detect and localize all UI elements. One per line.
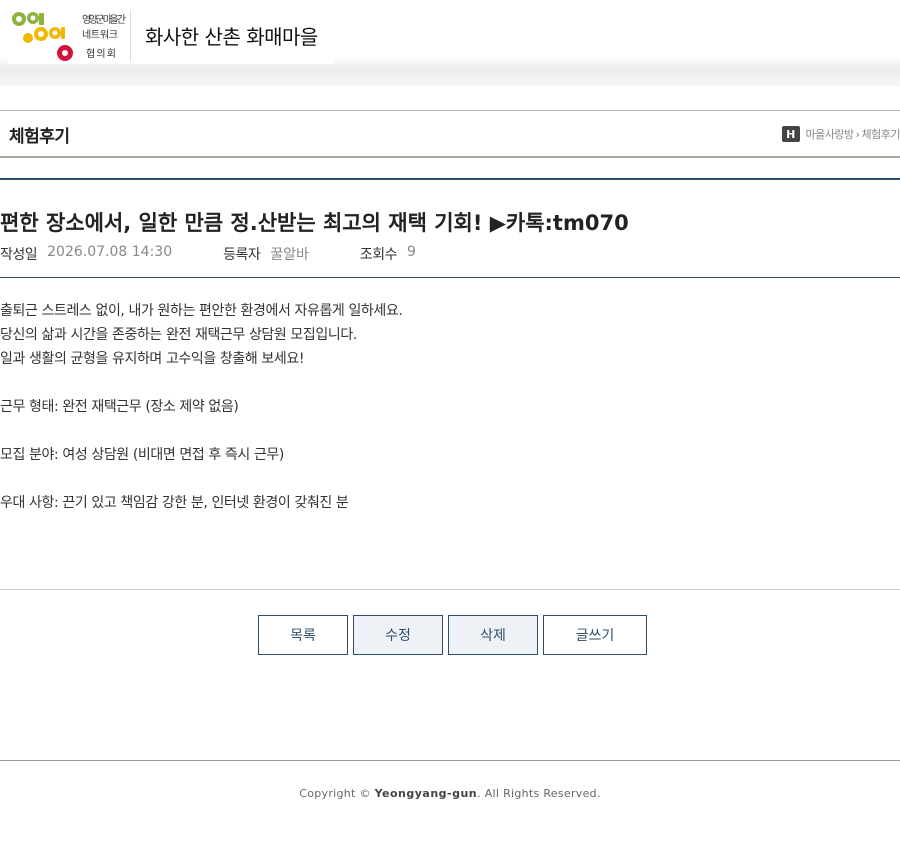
- copyright: Copyright © Yeongyang-gun. All Rights Re…: [0, 787, 900, 800]
- action-buttons: 목록 수정 삭제 글쓰기: [0, 615, 900, 655]
- meta-author: 등록자 꿀알바: [223, 244, 309, 264]
- article-top-divider: [0, 178, 900, 180]
- body-line: [0, 467, 900, 491]
- copyright-prefix: Copyright ©: [299, 787, 375, 800]
- body-line: [0, 371, 900, 395]
- post-meta: 작성일 2026.07.08 14:30 등록자 꿀알바 조회수 9: [0, 244, 416, 264]
- views-label: 조회수: [359, 247, 398, 263]
- copyright-suffix: . All Rights Reserved.: [477, 787, 601, 800]
- copyright-brand: Yeongyang-gun: [374, 787, 478, 800]
- date-value: 2026.07.08 14:30: [47, 244, 173, 260]
- meta-divider: [0, 277, 900, 278]
- body-line: 모집 분야: 여성 상담원 (비대면 면접 후 즉시 근무): [0, 447, 284, 463]
- breadcrumb: H 마을사랑방 › 체험후기: [781, 125, 900, 143]
- meta-views: 조회수 9: [360, 244, 416, 264]
- logo-divider: [130, 10, 131, 62]
- body-line: 근무 형태: 완전 재택근무 (장소 제약 없음): [0, 399, 239, 415]
- logo-text-line3: 협의회: [86, 47, 116, 60]
- board-title: 체험후기: [9, 127, 70, 147]
- list-button[interactable]: 목록: [258, 615, 348, 655]
- body-end-divider: [0, 589, 900, 590]
- chevron-right-icon: ›: [855, 127, 860, 141]
- breadcrumb-item-village-room[interactable]: 마을사랑방: [806, 126, 855, 142]
- edit-button[interactable]: 수정: [353, 615, 443, 655]
- body-line: [0, 419, 900, 443]
- author-label: 등록자: [223, 247, 261, 263]
- post-title: 편한 장소에서, 일한 만큼 정.산받는 최고의 재택 기회! ▶카톡:tm07…: [0, 211, 629, 235]
- views-value: 9: [407, 244, 416, 260]
- board-title-bar: 체험후기 H 마을사랑방 › 체험후기: [0, 110, 900, 158]
- meta-date: 작성일 2026.07.08 14:30: [0, 244, 172, 264]
- footer-divider: [0, 760, 900, 761]
- body-line: 당신의 삶과 시간을 존중하는 완전 재택근무 상담원 모집입니다.: [0, 327, 357, 343]
- site-header: 영양군 마을 간 네트워크 협의회 화사한 산촌 화매마을: [0, 0, 900, 86]
- logo-text-line1: 영양군 마을 간: [82, 14, 126, 26]
- body-line: 우대 사항: 끈기 있고 책임감 강한 분, 인터넷 환경이 갖춰진 분: [0, 495, 349, 511]
- breadcrumb-item-reviews[interactable]: 체험후기: [862, 126, 900, 142]
- site-title[interactable]: 화사한 산촌 화매마을: [145, 21, 318, 50]
- logo-area[interactable]: 영양군 마을 간 네트워크 협의회 화사한 산촌 화매마을: [8, 8, 334, 64]
- author-value: 꿀알바: [270, 247, 309, 263]
- home-icon[interactable]: H: [781, 126, 800, 142]
- body-line: 출퇴근 스트레스 없이, 내가 원하는 편안한 환경에서 자유롭게 일하세요.: [0, 303, 403, 319]
- delete-button[interactable]: 삭제: [448, 615, 538, 655]
- write-button[interactable]: 글쓰기: [543, 615, 647, 655]
- body-line: 일과 생활의 균형을 유지하며 고수익을 창출해 보세요!: [0, 351, 305, 367]
- post-body: 출퇴근 스트레스 없이, 내가 원하는 편안한 환경에서 자유롭게 일하세요. …: [0, 299, 900, 515]
- network-logo-icon: 영양군 마을 간 네트워크 협의회: [12, 12, 126, 61]
- date-label: 작성일: [0, 247, 38, 263]
- logo-text-line2: 네트워크: [82, 28, 118, 41]
